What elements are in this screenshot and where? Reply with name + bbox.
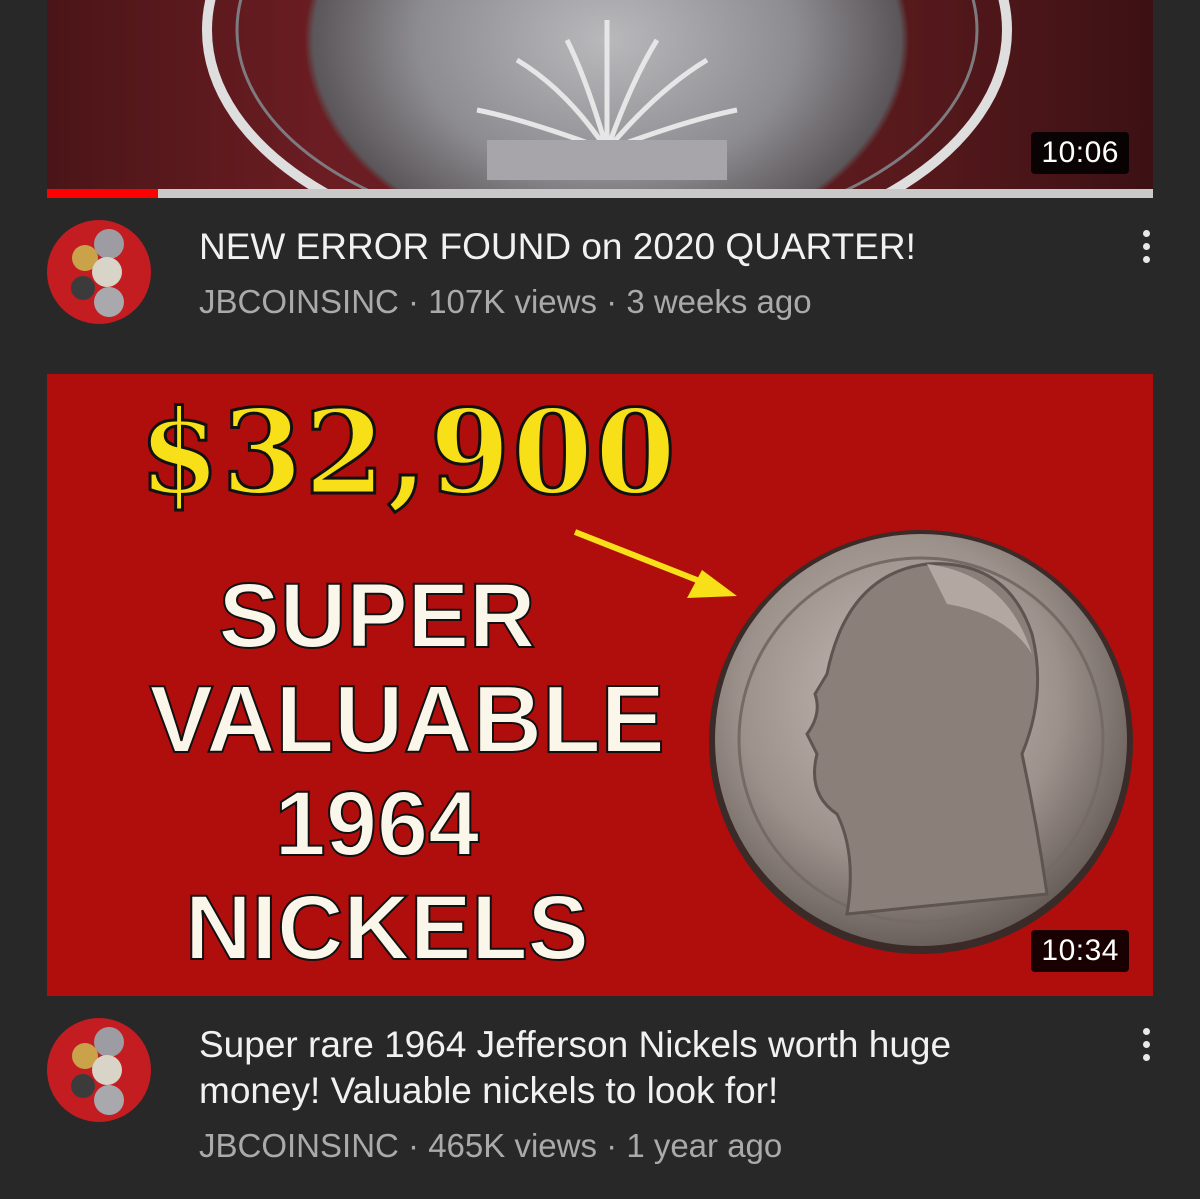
video-thumbnail-quarter[interactable]: 10:06 [47,0,1153,198]
video-title[interactable]: NEW ERROR FOUND on 2020 QUARTER! [199,224,1079,270]
video-duration: 10:34 [1031,930,1129,972]
channel-avatar[interactable] [47,1018,151,1122]
separator-dot: · [408,1127,420,1164]
video-thumbnail-nickels[interactable]: $32,900 SUPER VALUABLE 1964 NICKELS 10:3… [47,374,1153,996]
separator-dot: · [606,283,618,320]
watch-progress-fill [47,189,158,198]
separator-dot: · [408,283,420,320]
video-subtitle: JBCOINSINC · 107K views · 3 weeks ago [199,282,812,322]
view-count: 107K views [428,283,597,320]
channel-name[interactable]: JBCOINSINC [199,1127,399,1164]
video-title[interactable]: Super rare 1964 Jefferson Nickels worth … [199,1022,1079,1114]
video-feed: 10:06 NEW ERROR FOUND on 2020 QUARTER! J… [0,0,1200,1199]
channel-name[interactable]: JBCOINSINC [199,283,399,320]
view-count: 465K views [428,1127,597,1164]
video-duration: 10:06 [1031,132,1129,174]
kebab-menu-icon[interactable] [1139,230,1153,270]
upload-age: 3 weeks ago [626,283,812,320]
video-subtitle: JBCOINSINC · 465K views · 1 year ago [199,1126,782,1166]
nickel-coin-image [573,529,1133,954]
separator-dot: · [606,1127,618,1164]
coins-avatar-icon [71,1027,124,1115]
kebab-menu-icon[interactable] [1139,1028,1153,1068]
coins-avatar-icon [71,229,124,317]
watch-progress-bar [47,189,1153,198]
upload-age: 1 year ago [626,1127,783,1164]
channel-avatar[interactable] [47,220,151,324]
quarter-coin-image [202,0,1012,198]
